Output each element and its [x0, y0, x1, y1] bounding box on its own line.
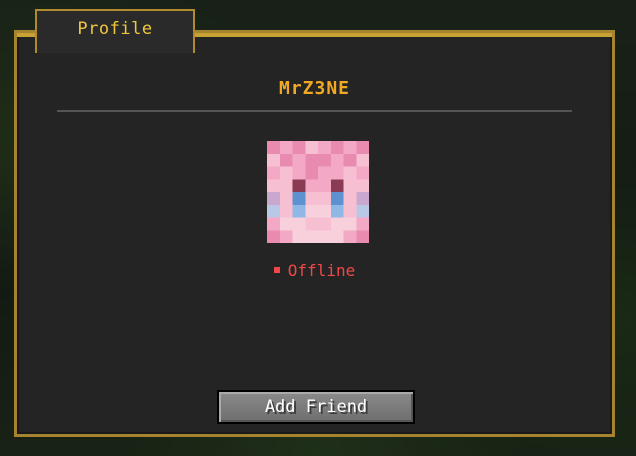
player-name: MrZ3NE [278, 78, 351, 99]
player-head-icon [267, 141, 369, 243]
divider [57, 110, 572, 112]
add-friend-button[interactable]: Add Friend [217, 390, 415, 424]
profile-panel: MrZ3NE Offline Add Friend [14, 30, 615, 437]
status-indicator: Offline [17, 261, 612, 280]
tab-profile-label: Profile [77, 19, 153, 39]
status-text: Offline [287, 261, 356, 280]
tab-profile[interactable]: Profile [35, 9, 195, 53]
status-dot-icon [273, 266, 280, 273]
